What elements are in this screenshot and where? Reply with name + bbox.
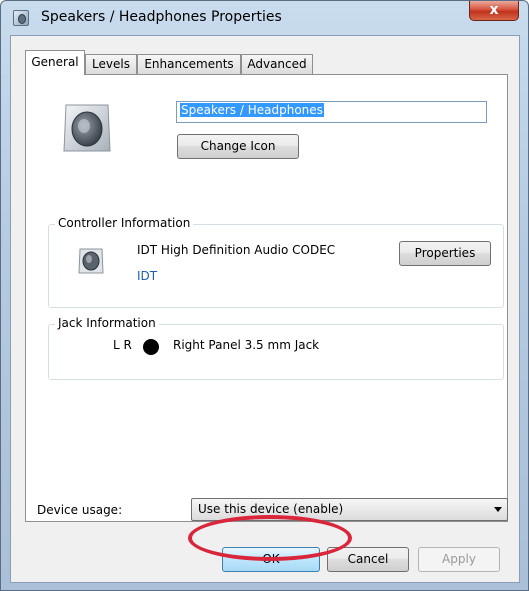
device-name-value: Speakers / Headphones bbox=[180, 103, 324, 117]
jack-description: Right Panel 3.5 mm Jack bbox=[173, 338, 320, 352]
properties-window: Speakers / Headphones Properties x Gener… bbox=[0, 0, 529, 591]
ok-button[interactable]: OK bbox=[222, 547, 320, 572]
speaker-icon bbox=[78, 248, 104, 274]
jack-color-dot bbox=[143, 339, 159, 355]
title-bar[interactable]: Speakers / Headphones Properties x bbox=[1, 1, 528, 35]
device-usage-selected: Use this device (enable) bbox=[198, 502, 344, 516]
controller-information-group: Controller Information IDT High Definiti… bbox=[48, 216, 504, 308]
controller-group-label: Controller Information bbox=[55, 216, 194, 230]
jack-channels: L R bbox=[113, 338, 132, 352]
device-usage-select[interactable]: Use this device (enable) bbox=[191, 498, 508, 521]
controller-properties-button[interactable]: Properties bbox=[399, 241, 491, 266]
device-name-input[interactable]: Speakers / Headphones bbox=[176, 101, 487, 123]
jack-group-label: Jack Information bbox=[55, 316, 159, 330]
window-title: Speakers / Headphones Properties bbox=[41, 9, 282, 25]
controller-vendor: IDT bbox=[137, 269, 158, 283]
tab-advanced[interactable]: Advanced bbox=[241, 54, 313, 74]
chevron-down-icon bbox=[494, 507, 502, 512]
controller-name: IDT High Definition Audio CODEC bbox=[137, 243, 336, 257]
apply-button[interactable]: Apply bbox=[418, 547, 500, 572]
tab-levels[interactable]: Levels bbox=[85, 54, 137, 74]
speaker-icon bbox=[63, 104, 111, 152]
tab-general[interactable]: General bbox=[25, 50, 85, 75]
dialog-client-area: General Levels Enhancements Advanced Spe… bbox=[10, 35, 520, 583]
change-icon-button[interactable]: Change Icon bbox=[177, 134, 299, 159]
close-button[interactable]: x bbox=[469, 1, 519, 21]
device-usage-label: Device usage: bbox=[37, 503, 123, 517]
jack-information-group: Jack Information L R Right Panel 3.5 mm … bbox=[48, 316, 504, 380]
general-tab-page: Speakers / Headphones Change Icon Contro… bbox=[25, 74, 508, 522]
speaker-window-icon bbox=[13, 10, 29, 26]
cancel-button[interactable]: Cancel bbox=[327, 547, 409, 572]
tab-enhancements[interactable]: Enhancements bbox=[137, 54, 241, 74]
